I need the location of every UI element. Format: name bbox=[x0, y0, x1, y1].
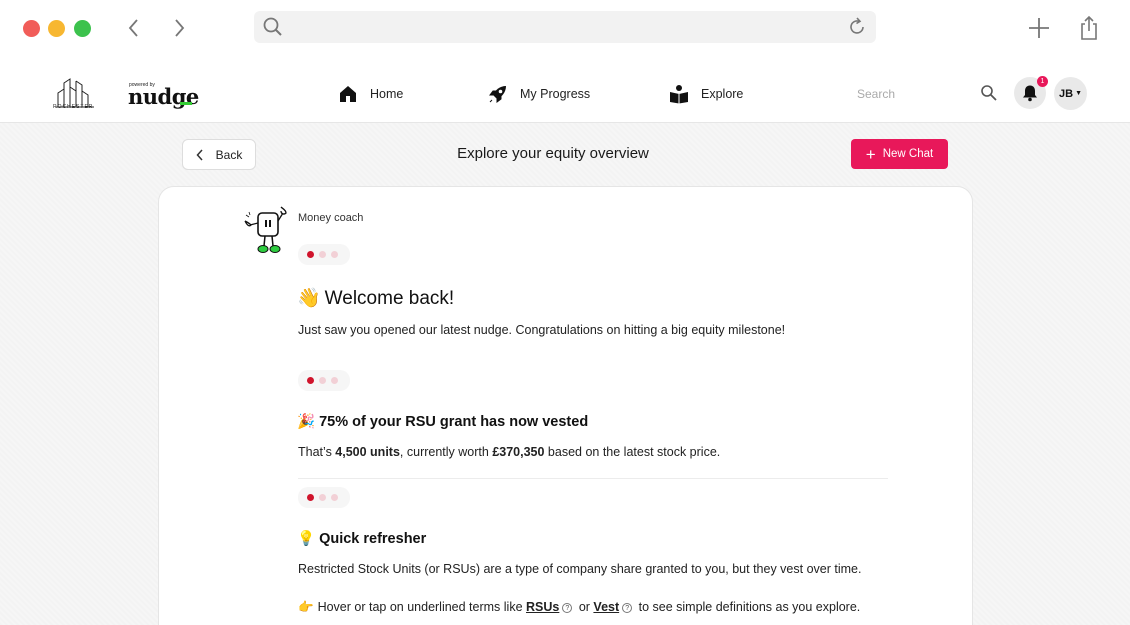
welcome-text: Just saw you opened our latest nudge. Co… bbox=[298, 323, 786, 337]
pointing-hand-icon: 👉 bbox=[298, 599, 314, 614]
close-window-button[interactable] bbox=[23, 20, 40, 37]
nav-explore[interactable]: Explore bbox=[669, 82, 743, 106]
nav-explore-label: Explore bbox=[701, 87, 744, 101]
waving-hand-icon: 👋 bbox=[297, 287, 321, 309]
caret-down-icon: ▼ bbox=[1075, 90, 1082, 97]
message-divider bbox=[298, 478, 888, 479]
nav-home-label: Home bbox=[370, 87, 404, 101]
hint-text-part: Hover or tap on underlined terms like bbox=[317, 600, 527, 614]
reload-icon[interactable] bbox=[846, 16, 868, 38]
search-icon bbox=[263, 17, 282, 36]
rsus-term-link[interactable]: RSUs bbox=[526, 600, 559, 614]
welcome-title: Welcome back! bbox=[324, 288, 455, 309]
chevron-left-icon bbox=[196, 148, 203, 161]
back-button-label: Back bbox=[215, 147, 243, 162]
nav-home[interactable]: Home bbox=[338, 82, 403, 106]
new-chat-label: New Chat bbox=[882, 148, 934, 160]
vested-worth: £370,350 bbox=[492, 445, 545, 459]
minimize-window-button[interactable] bbox=[48, 20, 65, 37]
hint-text-part: to see simple definitions as you explore… bbox=[635, 600, 861, 614]
help-icon[interactable]: ? bbox=[622, 603, 633, 613]
browser-chrome bbox=[0, 0, 1130, 62]
search-icon[interactable] bbox=[980, 84, 998, 102]
vested-heading: 🎉 75% of your RSU grant has now vested bbox=[297, 413, 588, 430]
vested-text-part: That’s bbox=[298, 445, 336, 459]
hint-text-part: or bbox=[575, 600, 594, 614]
forward-arrow-icon[interactable] bbox=[167, 16, 191, 40]
refresher-text: Restricted Stock Units (or RSUs) are a t… bbox=[298, 562, 862, 576]
search-input[interactable] bbox=[849, 82, 999, 106]
vested-text: That’s 4,500 units, currently worth £370… bbox=[298, 445, 720, 459]
welcome-heading: 👋 Welcome back! bbox=[297, 286, 454, 310]
typing-indicator bbox=[298, 370, 350, 391]
page-title: Explore your equity overview bbox=[457, 145, 649, 162]
money-coach-mascot-icon bbox=[244, 206, 287, 253]
refresher-title: Quick refresher bbox=[319, 531, 427, 547]
new-tab-icon[interactable] bbox=[1026, 15, 1052, 41]
avatar-initials: JB bbox=[1059, 87, 1074, 100]
vested-text-part: based on the latest stock price. bbox=[544, 445, 721, 459]
vest-term-link[interactable]: Vest bbox=[593, 600, 619, 614]
bell-icon bbox=[1023, 85, 1037, 102]
user-avatar-menu[interactable]: JB ▼ bbox=[1054, 77, 1087, 110]
home-icon bbox=[340, 86, 356, 102]
new-chat-button[interactable]: + New Chat bbox=[851, 139, 948, 169]
notification-badge: 1 bbox=[1037, 76, 1048, 87]
vested-text-part: , currently worth bbox=[399, 445, 493, 459]
nav-my-progress-label: My Progress bbox=[520, 87, 591, 101]
vested-units: 4,500 units bbox=[335, 445, 400, 459]
nudge-logo[interactable]: nudge bbox=[128, 84, 199, 109]
party-popper-icon: 🎉 bbox=[297, 414, 316, 430]
typing-indicator bbox=[298, 487, 350, 508]
refresher-heading: 💡 Quick refresher bbox=[297, 530, 426, 547]
address-bar[interactable] bbox=[254, 11, 876, 43]
back-arrow-icon[interactable] bbox=[122, 16, 146, 40]
coach-name: Money coach bbox=[298, 212, 364, 224]
share-icon[interactable] bbox=[1076, 15, 1102, 41]
typing-indicator bbox=[298, 244, 350, 265]
reader-icon bbox=[670, 85, 688, 104]
nudge-logo-accent bbox=[180, 102, 192, 105]
lightbulb-icon: 💡 bbox=[297, 531, 316, 547]
nav-my-progress[interactable]: My Progress bbox=[488, 82, 590, 106]
maximize-window-button[interactable] bbox=[74, 20, 91, 37]
help-icon[interactable]: ? bbox=[562, 603, 573, 613]
vested-title: 75% of your RSU grant has now vested bbox=[319, 414, 589, 430]
plus-icon: + bbox=[865, 144, 876, 164]
rochester-wordmark: ROCHESTER bbox=[53, 104, 94, 110]
back-button[interactable]: Back bbox=[182, 139, 256, 170]
rocket-icon bbox=[489, 86, 506, 103]
refresher-hint: 👉 Hover or tap on underlined terms like R… bbox=[298, 599, 860, 615]
app-header: ROCHESTER powered by nudge Home My Progr… bbox=[0, 62, 1130, 123]
